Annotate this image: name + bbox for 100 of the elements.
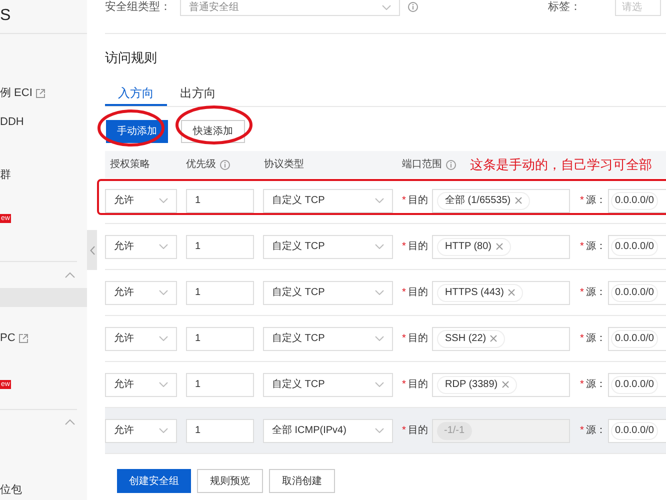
add-button[interactable]: 手动添加 bbox=[106, 120, 168, 143]
protocol-select[interactable]: 全部 ICMP(IPv4) bbox=[263, 418, 393, 442]
field-label: 安全组类型： bbox=[105, 0, 172, 14]
priority-input[interactable]: 1 bbox=[186, 418, 254, 442]
port-field[interactable]: HTTPS (443) bbox=[432, 280, 570, 304]
external-link-icon bbox=[19, 334, 28, 343]
source-field[interactable]: 0.0.0.0/0 bbox=[608, 326, 666, 350]
field-label: 目的 bbox=[408, 332, 428, 346]
protocol-select[interactable]: 自定义 TCP bbox=[263, 234, 393, 258]
sidebar-item[interactable]: PC bbox=[0, 328, 87, 348]
priority-input[interactable]: 1 bbox=[186, 234, 254, 258]
tag-input[interactable]: 请选 bbox=[615, 0, 661, 16]
chevron-down-icon bbox=[159, 244, 168, 249]
required-mark: * bbox=[402, 194, 406, 208]
column-header: 授权策略 bbox=[110, 158, 150, 172]
footer-button[interactable]: 创建安全组 bbox=[117, 469, 191, 493]
required-mark: * bbox=[402, 332, 406, 346]
chevron-down-icon bbox=[375, 290, 384, 295]
chevron-down-icon bbox=[159, 290, 168, 295]
sidebar-item[interactable]: 例 ECI bbox=[0, 84, 87, 103]
sidebar-item[interactable] bbox=[0, 288, 87, 307]
port-field[interactable]: 全部 (1/65535) bbox=[432, 188, 570, 212]
close-icon bbox=[502, 381, 509, 388]
priority-input[interactable]: 1 bbox=[186, 188, 254, 212]
chevron-down-icon bbox=[382, 5, 391, 10]
source-field[interactable]: 0.0.0.0/0 bbox=[608, 188, 666, 212]
chevron-down-icon bbox=[159, 382, 168, 387]
port-tag: 全部 (1/65535) bbox=[437, 192, 530, 210]
protocol-select[interactable]: 自定义 TCP bbox=[263, 372, 393, 396]
required-mark: * bbox=[580, 332, 584, 346]
field-label: 源： bbox=[586, 286, 606, 300]
priority-input[interactable]: 1 bbox=[186, 280, 254, 304]
priority-input[interactable]: 1 bbox=[186, 372, 254, 396]
port-field[interactable]: SSH (22) bbox=[432, 326, 570, 350]
policy-select[interactable]: 允许 bbox=[105, 234, 177, 258]
policy-select[interactable]: 允许 bbox=[105, 372, 177, 396]
sidebar-item[interactable]: DDH bbox=[0, 112, 87, 132]
field-label: 标签： bbox=[548, 0, 581, 14]
required-mark: * bbox=[580, 378, 584, 392]
port-field[interactable]: HTTP (80) bbox=[432, 234, 570, 258]
info-icon bbox=[446, 160, 456, 170]
field-label: 源： bbox=[586, 194, 606, 208]
column-header: 协议类型 bbox=[264, 158, 304, 172]
protocol-select[interactable]: 自定义 TCP bbox=[263, 188, 393, 212]
field-label: 源： bbox=[586, 424, 606, 438]
field-label: 目的 bbox=[408, 424, 428, 438]
collapse-handle[interactable] bbox=[87, 230, 97, 270]
chevron-down-icon bbox=[375, 336, 384, 341]
required-mark: * bbox=[402, 378, 406, 392]
footer-button[interactable]: 取消创建 bbox=[269, 469, 335, 493]
port-tag: HTTP (80) bbox=[437, 238, 510, 256]
sidebar-item[interactable]: 位包 bbox=[0, 481, 87, 500]
sidebar-title: S bbox=[0, 6, 12, 26]
chevron-down-icon bbox=[159, 198, 168, 203]
chevron-up-icon bbox=[65, 272, 75, 278]
port-tag: SSH (22) bbox=[437, 330, 506, 348]
chevron-down-icon bbox=[159, 336, 168, 341]
chevron-down-icon bbox=[375, 428, 384, 433]
field-label: 目的 bbox=[408, 240, 428, 254]
port-tag: HTTPS (443) bbox=[437, 284, 523, 302]
type-select[interactable]: 普通安全组 bbox=[180, 0, 400, 16]
chevron-up-icon bbox=[65, 419, 75, 426]
external-link-icon bbox=[36, 88, 46, 98]
field-label: 源： bbox=[586, 332, 606, 346]
source-field[interactable]: 0.0.0.0/0 bbox=[608, 280, 666, 304]
field-label: 源： bbox=[586, 378, 606, 392]
required-mark: * bbox=[580, 424, 584, 438]
source-tag: 0.0.0.0/0 bbox=[611, 330, 658, 348]
required-mark: * bbox=[402, 240, 406, 254]
source-field[interactable]: 0.0.0.0/0 bbox=[608, 234, 666, 258]
source-field[interactable]: 0.0.0.0/0 bbox=[608, 372, 666, 396]
protocol-select[interactable]: 自定义 TCP bbox=[263, 326, 393, 350]
port-tag: RDP (3389) bbox=[437, 376, 517, 394]
close-icon bbox=[514, 197, 522, 204]
policy-select[interactable]: 允许 bbox=[105, 418, 177, 442]
required-mark: * bbox=[580, 240, 584, 254]
policy-select[interactable]: 允许 bbox=[105, 280, 177, 304]
chevron-left-icon bbox=[90, 246, 94, 254]
footer-button[interactable]: 规则预览 bbox=[197, 469, 263, 493]
chevron-down-icon bbox=[375, 198, 384, 203]
chevron-down-icon bbox=[375, 382, 384, 387]
policy-select[interactable]: 允许 bbox=[105, 326, 177, 350]
source-tag: 0.0.0.0/0 bbox=[611, 284, 658, 302]
source-tag: 0.0.0.0/0 bbox=[611, 238, 658, 256]
policy-select[interactable]: 允许 bbox=[105, 188, 177, 212]
priority-input[interactable]: 1 bbox=[186, 326, 254, 350]
chevron-down-icon bbox=[159, 428, 168, 433]
field-label: 目的 bbox=[408, 378, 428, 392]
close-icon bbox=[496, 243, 502, 250]
close-icon bbox=[490, 335, 498, 342]
tab[interactable]: 出方向 bbox=[167, 82, 229, 106]
source-field[interactable]: 0.0.0.0/0 bbox=[608, 418, 666, 442]
protocol-select[interactable]: 自定义 TCP bbox=[263, 280, 393, 304]
required-mark: * bbox=[402, 286, 406, 300]
port-field[interactable]: RDP (3389) bbox=[432, 372, 570, 396]
close-icon bbox=[508, 289, 515, 296]
info-icon bbox=[408, 2, 418, 12]
sidebar-item[interactable]: 群 bbox=[0, 166, 87, 184]
required-mark: * bbox=[580, 194, 584, 208]
tab[interactable]: 入方向 bbox=[105, 82, 167, 106]
